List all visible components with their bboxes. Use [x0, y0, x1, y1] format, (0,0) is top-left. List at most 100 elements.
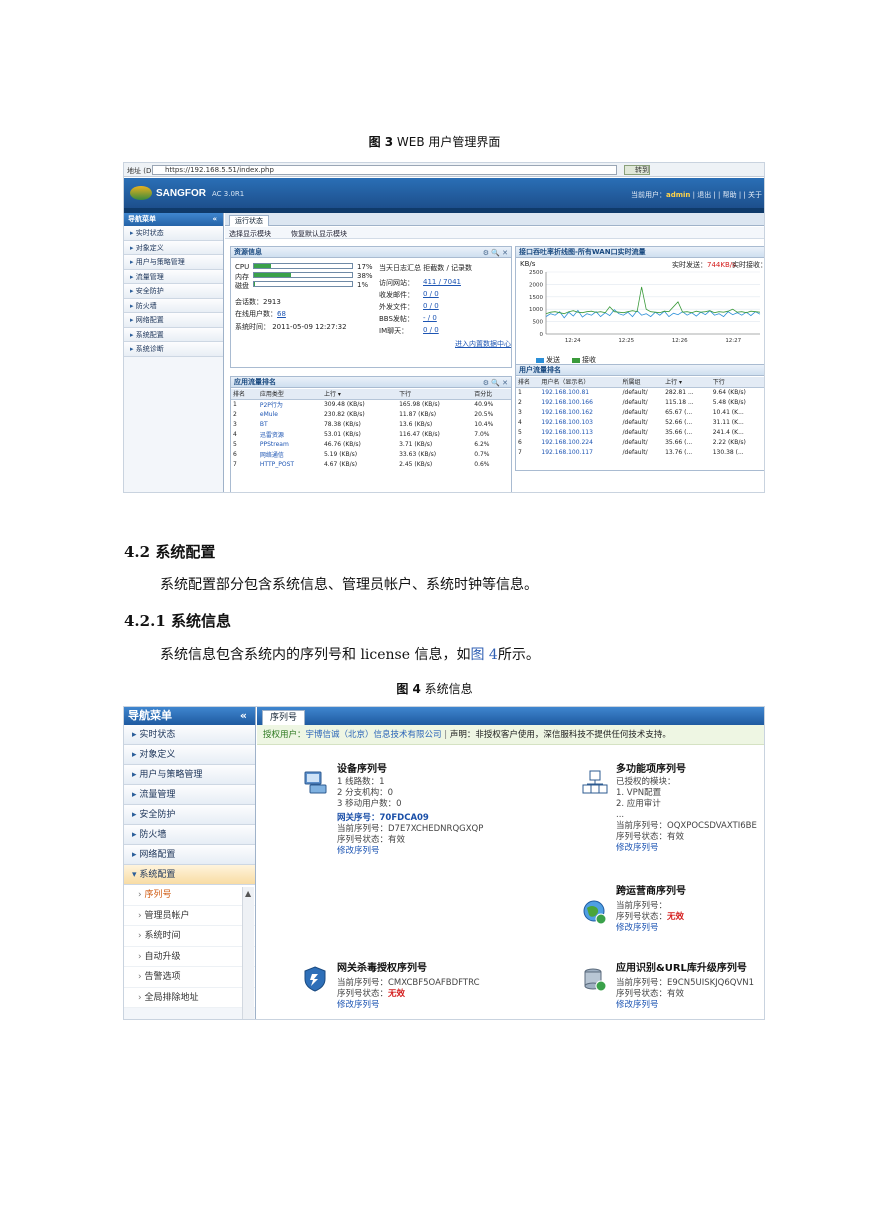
cpu-percent: 17% — [357, 263, 373, 271]
log-row-value[interactable]: 0 / 0 — [423, 290, 439, 298]
table-cell: 10.41 (K... — [712, 408, 744, 416]
nav-item[interactable]: 流量管理 — [124, 269, 223, 284]
scroll-up-icon[interactable]: ▲ — [245, 889, 251, 898]
nav-item[interactable]: 防火墙 — [124, 298, 223, 313]
table-row[interactable]: 1 192.168.100.81/default/282.81 ... 9.64 (… — [516, 387, 764, 397]
log-row-value[interactable]: 0 / 0 — [423, 326, 439, 334]
nav-item[interactable]: 对象定义 — [124, 745, 255, 765]
online-users-label: 在线用户数： — [235, 310, 277, 318]
nav-item[interactable]: 用户与策略管理 — [124, 255, 223, 270]
sub-item[interactable]: 系统时间 — [124, 926, 255, 947]
log-row-value[interactable]: 411 / 7041 — [423, 278, 461, 286]
column-header[interactable]: 下行 — [710, 377, 764, 388]
table-row[interactable]: 2 192.168.100.166/default/115.18 ... 5.48 … — [516, 397, 764, 407]
gateway-serial-value: 70FDCA09 — [379, 813, 429, 823]
column-header[interactable]: 应用类型 — [257, 389, 322, 400]
modify-serial-link[interactable]: 修改序列号 — [337, 846, 483, 857]
nav-item-system-config[interactable]: 系统配置 — [124, 865, 255, 885]
table-row[interactable]: 4 迅雷资源 53.01 (KB/s) 116.47 (KB/s) 7.0% — [231, 429, 511, 439]
table-cell: 5 — [518, 428, 522, 436]
go-button[interactable]: 转到 — [624, 165, 650, 175]
column-header[interactable]: 排名 — [231, 389, 258, 400]
reset-modules-button[interactable]: 恢复默认显示模块 — [291, 229, 347, 239]
shield-icon — [304, 966, 326, 992]
table-row[interactable]: 4 192.168.100.103/default/52.66 (... 31.11… — [516, 417, 764, 427]
nav-item[interactable]: 系统配置 — [124, 327, 223, 342]
header-links[interactable]: | 退出 | | 帮助 | | 关于 — [693, 191, 762, 199]
table-cell: 35.66 (... — [665, 438, 693, 446]
column-header[interactable]: 所属组 — [620, 377, 664, 388]
nav-item[interactable]: 安全防护 — [124, 284, 223, 299]
table-cell: /default/ — [622, 438, 648, 446]
table-cell: 1 — [233, 400, 237, 408]
table-row[interactable]: 7 HTTP_POST 4.67 (KB/s) 2.45 (KB/s) 0.6% — [231, 459, 511, 469]
table-cell: /default/ — [622, 418, 648, 426]
column-header[interactable]: 上行 ▾ — [321, 389, 398, 400]
nav-item[interactable]: 实时状态 — [124, 226, 223, 241]
url-field[interactable]: https://192.168.5.51/index.php — [152, 165, 617, 175]
sub-item-serial[interactable]: 序列号 — [124, 885, 255, 906]
column-header[interactable]: 百分比 — [472, 389, 511, 400]
sub-item[interactable]: 全局排除地址 — [124, 987, 255, 1008]
sub-item[interactable]: 管理员帐户 — [124, 905, 255, 926]
table-cell: 192.168.100.103 — [541, 418, 593, 426]
card-line: 3 移动用户数：0 — [337, 799, 402, 809]
online-users-link[interactable]: 68 — [277, 310, 286, 318]
modify-serial-link[interactable]: 修改序列号 — [616, 843, 757, 854]
select-modules-button[interactable]: 选择显示模块 — [229, 229, 271, 239]
tab-running-status[interactable]: 运行状态 — [229, 215, 269, 226]
panel-buttons[interactable]: ⚙ 🔍 ✕ — [483, 248, 508, 259]
table-row[interactable]: 6 网络通信 5.19 (KB/s) 33.63 (KB/s) 0.7% — [231, 449, 511, 459]
log-summary-title: 当天日志汇总 拒截数 / 记录数 — [379, 264, 473, 272]
figure-title: WEB 用户管理界面 — [396, 135, 501, 149]
tab-serial-number[interactable]: 序列号 — [262, 710, 306, 725]
nav-item[interactable]: 实时状态 — [124, 725, 255, 745]
table-row[interactable]: 1 P2P行为 309.48 (KB/s) 165.98 (KB/s) 40.9% — [231, 399, 511, 409]
modify-serial-link[interactable]: 修改序列号 — [616, 923, 686, 934]
table-row[interactable]: 3 BT 78.38 (KB/s) 13.6 (KB/s) 10.4% — [231, 419, 511, 429]
sub-item[interactable]: 自动升级 — [124, 946, 255, 967]
table-cell: 309.48 (KB/s) — [323, 400, 365, 408]
column-header[interactable]: 下行 — [397, 389, 473, 400]
column-header[interactable]: 用户名（显示名） — [539, 377, 621, 388]
nav-item[interactable]: 用户与策略管理 — [124, 765, 255, 785]
table-row[interactable]: 6 192.168.100.224/default/35.66 (... 2.22 … — [516, 437, 764, 447]
sub-item[interactable]: 告警选项 — [124, 967, 255, 988]
nav-item[interactable]: 系统诊断 — [124, 342, 223, 357]
nav-item[interactable]: 对象定义 — [124, 240, 223, 255]
panel-buttons[interactable]: ⚙ 🔍 ✕ — [483, 378, 508, 389]
figure-number: 图 3 — [368, 135, 394, 149]
table-row[interactable]: 3 192.168.100.162/default/65.67 (... 10.41… — [516, 407, 764, 417]
nav-item[interactable]: 网络配置 — [124, 845, 255, 865]
modify-serial-link[interactable]: 修改序列号 — [337, 1000, 480, 1011]
column-header[interactable]: 上行 ▾ — [663, 377, 711, 388]
table-row[interactable]: 5 192.168.100.113/default/35.66 (... 241.4… — [516, 427, 764, 437]
table-cell: 7 — [233, 460, 237, 468]
table-cell: 3 — [233, 420, 237, 428]
memory-percent: 38% — [357, 272, 373, 280]
current-serial: 当前序列号：E9CN5UISKJQ6QVN1 — [616, 978, 755, 988]
table-row[interactable]: 7 192.168.100.117/default/13.76 (... 130.3… — [516, 447, 764, 457]
table-cell: 2 — [233, 410, 237, 418]
figure-reference-link[interactable]: 图 4 — [470, 647, 497, 663]
sidebar-scrollbar[interactable]: ▲ — [242, 887, 254, 1019]
table-cell: 192.168.100.224 — [541, 438, 593, 446]
nav-item[interactable]: 流量管理 — [124, 785, 255, 805]
notice-label: 授权用户： — [263, 730, 306, 740]
table-row[interactable]: 5 PPStream 46.76 (KB/s) 3.71 (KB/s) 6.2% — [231, 439, 511, 449]
nav-item[interactable]: 安全防护 — [124, 805, 255, 825]
table-cell: 65.67 (... — [665, 408, 693, 416]
nav-item[interactable]: 网络配置 — [124, 313, 223, 328]
log-row-value[interactable]: 0 / 0 — [423, 302, 439, 310]
column-header[interactable]: 排名 — [516, 377, 540, 388]
table-cell: 192.168.100.113 — [541, 428, 593, 436]
data-center-link[interactable]: 进入内置数据中心 — [455, 339, 511, 349]
modify-serial-link[interactable]: 修改序列号 — [616, 1000, 754, 1011]
table-row[interactable]: 2 eMule 230.82 (KB/s) 11.87 (KB/s) 20.5% — [231, 409, 511, 419]
log-row-value[interactable]: - / 0 — [423, 314, 437, 322]
nav-item[interactable]: 防火墙 — [124, 825, 255, 845]
collapse-icon[interactable]: « — [240, 707, 247, 725]
collapse-icon[interactable]: « — [212, 213, 217, 226]
nav-sidebar: 导航菜单 « 实时状态 对象定义 用户与策略管理 流量管理 安全防护 防火墙 网… — [124, 707, 256, 1019]
series-line — [545, 286, 761, 315]
